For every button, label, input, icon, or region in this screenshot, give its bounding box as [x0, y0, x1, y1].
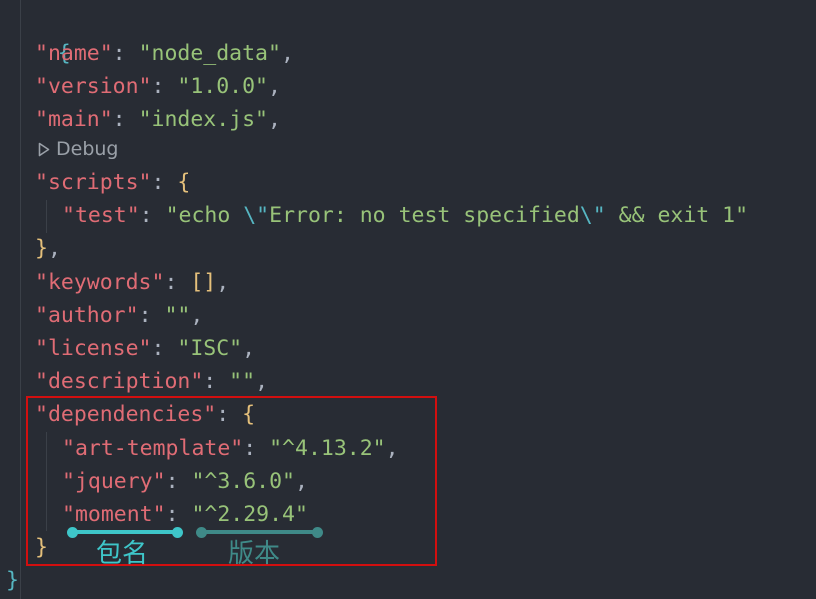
package-name-label: 包名: [96, 539, 149, 569]
code-line-license: "license": "ISC",: [35, 332, 255, 365]
comma: ,: [385, 436, 399, 461]
json-key-license: "license": [35, 336, 152, 361]
debug-label[interactable]: Debug: [56, 138, 118, 160]
json-value-author: "": [164, 303, 191, 328]
colon: :: [151, 336, 178, 361]
dependencies-open-brace: {: [242, 402, 256, 427]
dependency-line: "jquery": "^3.6.0",: [62, 465, 308, 498]
comma: ,: [268, 74, 281, 99]
code-editor[interactable]: { "name": "node_data", "version": "1.0.0…: [0, 0, 816, 599]
dependency-name: "moment": [62, 502, 166, 527]
colon: :: [165, 502, 192, 527]
dependency-name: "jquery": [62, 469, 166, 494]
version-label: 版本: [228, 539, 281, 569]
colon: :: [203, 369, 230, 394]
colon: :: [164, 270, 191, 295]
comma: ,: [242, 336, 256, 361]
indent-guide-scripts: [46, 200, 47, 233]
colon: :: [139, 203, 166, 228]
dependency-version: "^3.6.0": [191, 469, 296, 494]
colon: :: [216, 402, 243, 427]
json-key-dependencies: "dependencies": [35, 402, 217, 427]
comma: ,: [255, 369, 269, 394]
json-value-name: "node_data": [138, 41, 281, 66]
escape-quote: \": [243, 203, 270, 228]
dependency-line: "art-template": "^4.13.2",: [62, 432, 399, 465]
comma: ,: [216, 270, 230, 295]
scripts-open-brace: {: [177, 170, 191, 195]
indent-guide-dependencies: [46, 432, 47, 531]
dependency-name: "art-template": [62, 436, 244, 461]
dependency-line: "moment": "^2.29.4": [62, 498, 308, 531]
json-value-description: "": [229, 369, 256, 394]
code-line-test: "test": "echo \"Error: no test specified…: [62, 199, 748, 232]
json-value-test-middle: Error: no test specified: [269, 203, 580, 228]
marker-endpoint: [67, 527, 78, 538]
root-close-brace: }: [6, 568, 19, 593]
debug-codelens[interactable]: Debug: [38, 135, 118, 163]
json-value-keywords: []: [190, 270, 217, 295]
comma: ,: [295, 469, 308, 494]
colon: :: [138, 303, 165, 328]
code-line-version: "version": "1.0.0",: [35, 70, 281, 103]
code-line: }: [35, 531, 48, 564]
dependencies-close-brace: }: [35, 535, 48, 560]
escape-quote: \": [579, 203, 606, 228]
colon: :: [112, 41, 139, 66]
json-key-description: "description": [35, 369, 204, 394]
package-name-underline: [72, 530, 178, 534]
comma: ,: [268, 107, 281, 132]
json-key-name: "name": [35, 41, 113, 66]
scripts-close-brace: }: [35, 236, 48, 261]
json-key-version: "version": [35, 74, 152, 99]
colon: :: [151, 74, 178, 99]
play-triangle-icon: [38, 138, 50, 160]
marker-endpoint: [196, 527, 207, 538]
colon: :: [151, 170, 178, 195]
json-key-test: "test": [62, 203, 140, 228]
code-line: }: [6, 564, 19, 597]
json-value-version: "1.0.0": [177, 74, 268, 99]
json-value-license: "ISC": [177, 336, 243, 361]
colon: :: [112, 107, 139, 132]
json-key-scripts: "scripts": [35, 170, 152, 195]
code-line: {: [6, 4, 71, 66]
json-key-author: "author": [35, 303, 139, 328]
code-line-name: "name": "node_data",: [35, 37, 294, 70]
comma: ,: [190, 303, 204, 328]
dependency-version: "^4.13.2": [269, 436, 386, 461]
dependency-version: "^2.29.4": [191, 502, 308, 527]
json-value-main: "index.js": [138, 107, 269, 132]
comma: ,: [280, 41, 294, 66]
version-underline: [201, 530, 318, 534]
code-line-scripts: "scripts": {: [35, 166, 190, 199]
code-line-main: "main": "index.js",: [35, 103, 281, 136]
json-value-test-start: "echo: [165, 203, 244, 228]
code-line-dependencies: "dependencies": {: [35, 398, 255, 431]
comma: ,: [47, 236, 61, 261]
code-line-keywords: "keywords": [],: [35, 266, 229, 299]
json-key-main: "main": [35, 107, 113, 132]
code-line: },: [35, 232, 61, 265]
marker-endpoint: [172, 527, 183, 538]
code-line-author: "author": "",: [35, 299, 203, 332]
colon: :: [165, 469, 192, 494]
json-key-keywords: "keywords": [35, 270, 165, 295]
colon: :: [243, 436, 270, 461]
json-value-test-end: && exit 1": [605, 203, 749, 228]
marker-endpoint: [312, 527, 323, 538]
code-line-description: "description": "",: [35, 365, 268, 398]
